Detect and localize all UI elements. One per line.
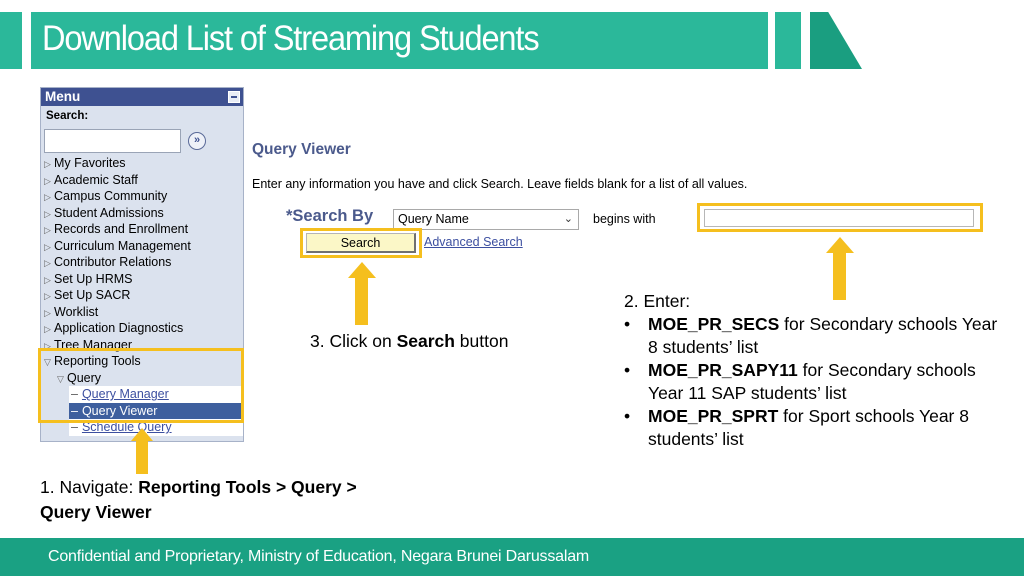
step2-item: MOE_PR_SAPY11 for Secondary schools Year… xyxy=(624,359,1004,405)
step2-list: MOE_PR_SECS for Secondary schools Year 8… xyxy=(624,313,1004,451)
triangle-right-icon: ▷ xyxy=(44,208,51,219)
arrow-up-icon xyxy=(348,262,376,325)
menu-item-label: Academic Staff xyxy=(54,172,138,187)
search-by-label: *Search By xyxy=(286,207,374,225)
menu-item-label: Worklist xyxy=(54,304,99,319)
triangle-right-icon: ▷ xyxy=(44,291,51,301)
search-button[interactable]: Search xyxy=(306,233,416,253)
chevron-down-icon: ⌄ xyxy=(563,213,573,225)
triangle-right-icon: ▷ xyxy=(44,175,51,186)
step3-annotation: 3. Click on Search button xyxy=(310,330,508,353)
step2-item: MOE_PR_SPRT for Sport schools Year 8 stu… xyxy=(624,405,1004,451)
triangle-right-icon: ▷ xyxy=(44,241,51,252)
collapse-icon[interactable] xyxy=(228,91,240,103)
step3-bold: Search xyxy=(396,331,455,351)
query-code: MOE_PR_SECS xyxy=(648,314,780,334)
query-code: MOE_PR_SAPY11 xyxy=(648,360,798,380)
step2-item: MOE_PR_SECS for Secondary schools Year 8… xyxy=(624,313,1004,359)
menu-title: Menu xyxy=(45,89,81,104)
triangle-right-icon: ▷ xyxy=(44,159,51,169)
menu-item-label: Student Admissions xyxy=(54,205,164,220)
menu-items: ▷ My Favorites ▷ Academic Staff ▷ Campus Comm… xyxy=(41,155,243,370)
menu-item-curriculum-management[interactable]: ▷ Curriculum Management xyxy=(41,238,243,255)
arrow-up-icon xyxy=(131,428,153,474)
menu-item-my-favorites[interactable]: ▷ My Favorites xyxy=(41,155,243,172)
menu-item-student-admissions[interactable]: ▷ Student Admissions xyxy=(41,205,243,222)
go-arrow-icon[interactable]: » xyxy=(188,132,206,150)
header-trapezoid xyxy=(810,12,862,69)
menu-item-campus-community[interactable]: ▷ Campus Community xyxy=(41,188,243,205)
instructions-text: Enter any information you have and click… xyxy=(252,177,748,191)
query-name-input[interactable] xyxy=(704,209,974,227)
operator-label: begins with xyxy=(593,212,656,226)
page-title: Query Viewer xyxy=(252,141,351,158)
step3-prefix: 3. Click on xyxy=(310,331,397,351)
menu-item-application-diagnostics[interactable]: ▷ Application Diagnostics xyxy=(41,320,243,337)
menu-item-contributor-relations[interactable]: ▷ Contributor Relations xyxy=(41,254,243,271)
step2-heading: 2. Enter: xyxy=(624,291,691,311)
triangle-right-icon: ▷ xyxy=(44,307,51,318)
slide-title: Download List of Streaming Students xyxy=(42,19,540,58)
menu-item-records-and-enrollment[interactable]: ▷ Records and Enrollment xyxy=(41,221,243,238)
menu-header: Menu xyxy=(41,88,243,106)
triangle-right-icon: ▷ xyxy=(44,274,51,285)
menu-item-label: Contributor Relations xyxy=(54,255,172,269)
menu-search-input[interactable] xyxy=(44,129,181,153)
search-by-select[interactable]: Query Name ⌄ xyxy=(393,209,579,230)
menu-item-label: Set Up HRMS xyxy=(54,271,133,286)
step1-annotation: 1. Navigate: Reporting Tools > Query > Q… xyxy=(40,475,400,525)
step1-prefix: 1. Navigate: xyxy=(40,477,139,497)
menu-item-set-up-hrms[interactable]: ▷ Set Up HRMS xyxy=(41,271,243,288)
triangle-right-icon: ▷ xyxy=(44,192,51,202)
triangle-right-icon: ▷ xyxy=(44,324,51,334)
menu-search-row: » xyxy=(41,128,243,155)
menu-search-label: Search: xyxy=(46,110,89,122)
menu-highlight-box xyxy=(38,348,244,423)
menu-item-academic-staff[interactable]: ▷ Academic Staff xyxy=(41,172,243,189)
search-button-highlight: Search xyxy=(300,228,422,258)
menu-item-label: Application Diagnostics xyxy=(54,321,184,335)
menu-item-label: Campus Community xyxy=(54,189,168,203)
search-by-value: Query Name xyxy=(398,212,469,226)
menu-item-label: Records and Enrollment xyxy=(54,222,189,236)
advanced-search-link[interactable]: Advanced Search xyxy=(424,235,523,249)
step2-annotation: 2. Enter: MOE_PR_SECS for Secondary scho… xyxy=(624,290,1004,451)
menu-item-label: Set Up SACR xyxy=(54,288,131,302)
query-code: MOE_PR_SPRT xyxy=(648,406,779,426)
menu-item-worklist[interactable]: ▷ Worklist xyxy=(41,304,243,321)
triangle-right-icon: ▷ xyxy=(44,225,51,235)
header-stripe-left xyxy=(0,12,22,69)
header-stripe-right xyxy=(775,12,801,69)
menu-item-set-up-sacr[interactable]: ▷ Set Up SACR xyxy=(41,287,243,304)
step3-suffix: button xyxy=(454,331,509,351)
search-input-highlight xyxy=(697,203,983,232)
menu-item-label: Curriculum Management xyxy=(54,238,191,253)
menu-item-label: My Favorites xyxy=(54,156,126,170)
footer-text: Confidential and Proprietary, Ministry o… xyxy=(48,548,590,565)
triangle-right-icon: ▷ xyxy=(44,258,51,268)
